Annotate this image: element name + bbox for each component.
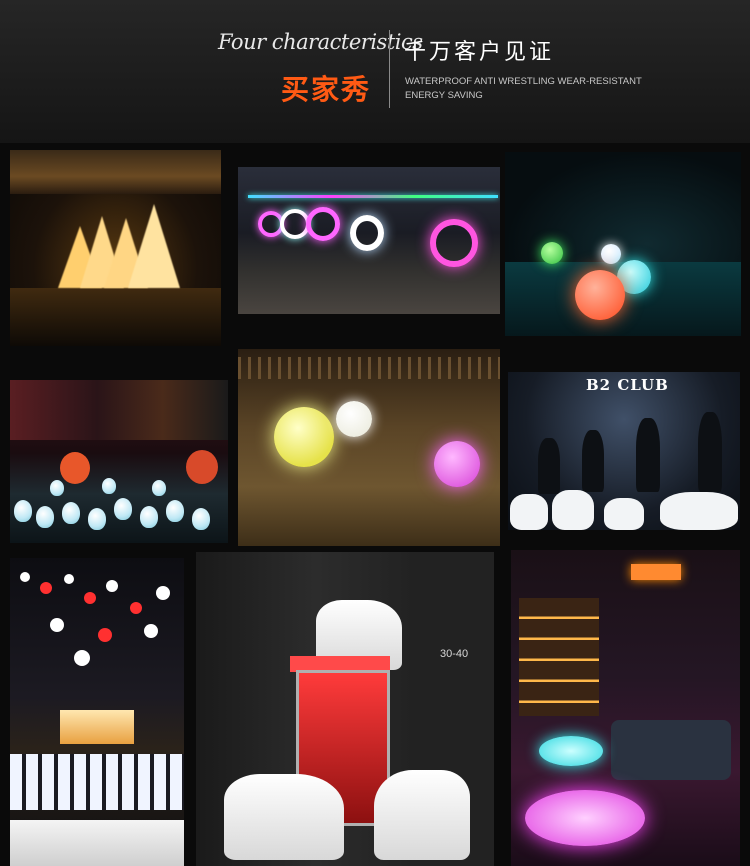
light-ball: [40, 582, 52, 594]
photo-polar-bears: 30-40: [196, 552, 494, 866]
tent-roof: [10, 820, 184, 866]
buyer-show-title: 买家秀: [281, 73, 372, 106]
glow-table-pink: [525, 790, 645, 846]
rabbit-lamp: [192, 508, 210, 530]
person: [538, 438, 560, 494]
person: [698, 412, 722, 492]
ceiling-lamp: [631, 564, 681, 580]
light-ball: [84, 592, 96, 604]
sofa: [611, 720, 731, 780]
light-ball: [20, 572, 30, 582]
tree-lamp: [128, 204, 180, 288]
photo-glowing-rabbits: [10, 380, 228, 543]
glow-ball-orange: [575, 270, 625, 320]
glow-ball-yellow: [274, 407, 334, 467]
cube-seats: [10, 754, 184, 810]
header-banner: Four characteristics 买家秀 千万客户见证 WATERPRO…: [0, 0, 750, 143]
led-ring: [350, 215, 384, 251]
glow-ball-pink: [434, 441, 480, 487]
glow-chair: [604, 498, 644, 530]
glow-chair: [660, 492, 738, 530]
divider: [389, 30, 390, 108]
photo-glowing-trees: [10, 150, 221, 346]
rabbit-lamp: [102, 478, 116, 494]
bottle-shelf: [519, 598, 599, 716]
glow-ball-white: [336, 401, 372, 437]
rabbit-lamp: [62, 502, 80, 524]
rabbit-lamp: [166, 500, 184, 522]
photo-led-rings: [238, 167, 500, 314]
railing: [238, 357, 500, 379]
floor: [10, 288, 221, 346]
light-ball: [98, 628, 112, 642]
script-title: Four characteristics: [218, 30, 423, 54]
floor-sign: 30-40: [440, 648, 469, 660]
glow-chair: [552, 490, 594, 530]
person: [636, 418, 660, 492]
light-ball: [156, 586, 170, 600]
led-screen: [60, 710, 134, 744]
photo-bar-tables: [511, 550, 740, 866]
rabbit-lamp: [36, 506, 54, 528]
customer-witness-title: 千万客户见证: [404, 40, 555, 65]
photo-pool-balls: [238, 349, 500, 546]
club-sign: B2 CLUB: [586, 376, 669, 394]
light-ball: [74, 650, 90, 666]
feature-line-2: ENERGY SAVING: [405, 90, 483, 101]
photo-b2-club: B2 CLUB: [508, 372, 740, 530]
light-ball: [106, 580, 118, 592]
light-ball: [130, 602, 142, 614]
glow-ball-green: [541, 242, 563, 264]
mascot: [186, 450, 218, 484]
rabbit-lamp: [152, 480, 166, 496]
glow-ball-white: [601, 244, 621, 264]
photo-stage-balls: [10, 558, 184, 866]
polar-bear-lamp: [374, 770, 470, 860]
person: [582, 430, 604, 492]
light-ball: [64, 574, 74, 584]
polar-bear-lamp: [224, 774, 344, 860]
led-ring: [430, 219, 478, 267]
rabbit-lamp: [114, 498, 132, 520]
mascot: [60, 452, 90, 484]
light-string: [248, 195, 498, 198]
feature-list: WATERPROOF ANTI WRESTLING WEAR-RESISTANT…: [405, 75, 665, 103]
building-signs: [10, 380, 228, 440]
rabbit-lamp: [140, 506, 158, 528]
rabbit-lamp: [14, 500, 32, 522]
light-ball: [144, 624, 158, 638]
ceiling: [10, 150, 221, 194]
rabbit-lamp: [50, 480, 64, 496]
glow-chair: [510, 494, 548, 530]
light-ball: [50, 618, 64, 632]
photo-glowing-balls: [505, 152, 741, 336]
feature-line-1: WATERPROOF ANTI WRESTLING WEAR-RESISTANT: [405, 76, 642, 87]
rabbit-lamp: [88, 508, 106, 530]
led-ring: [306, 207, 340, 241]
glow-table-cyan: [539, 736, 603, 766]
